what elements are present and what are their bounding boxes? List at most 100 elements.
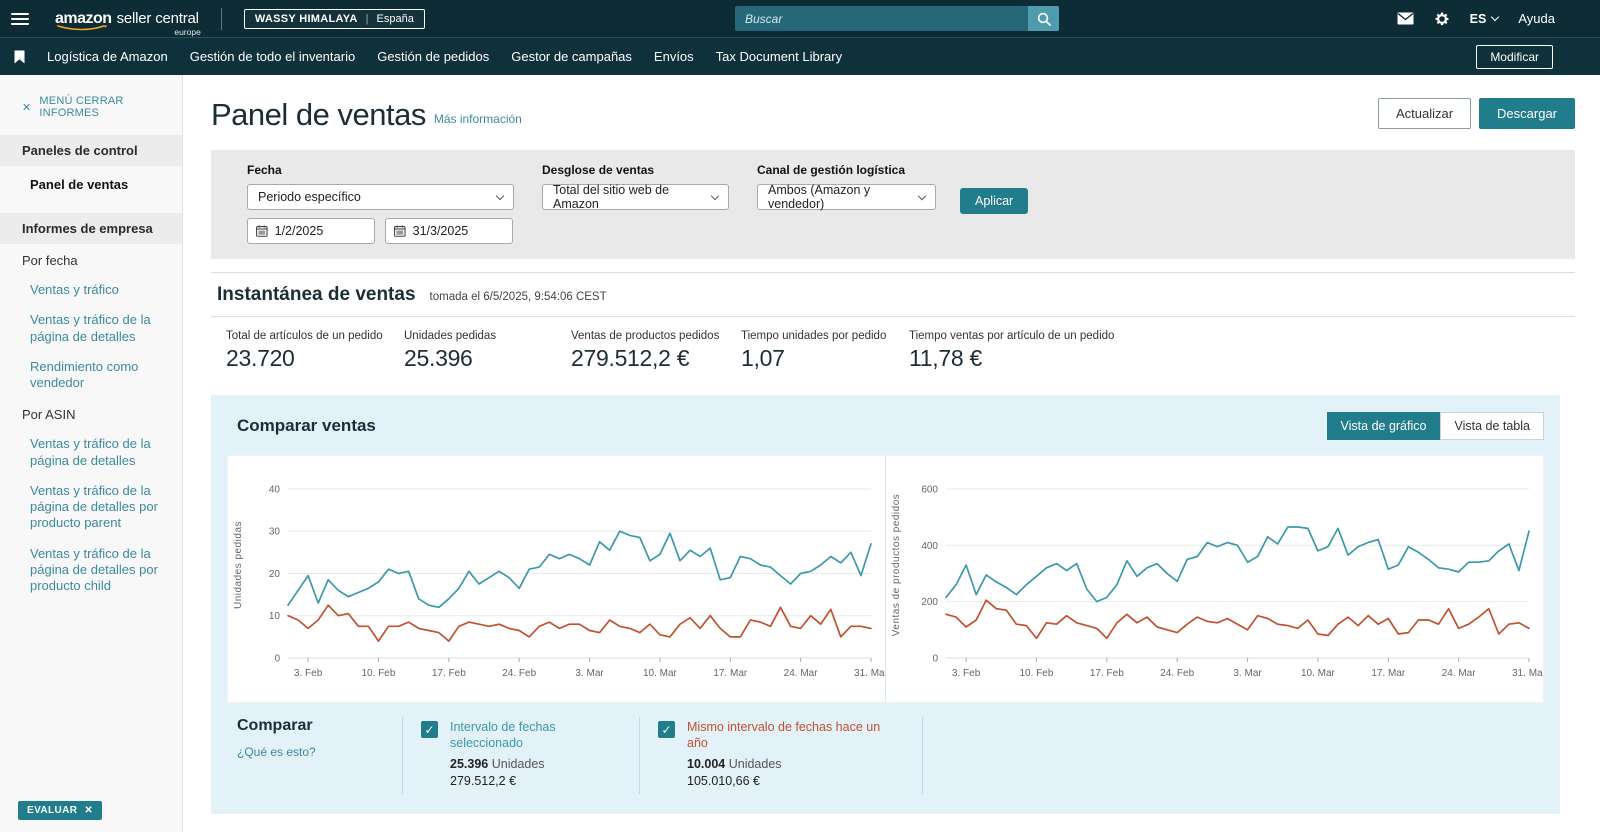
settings-button[interactable]: [1434, 11, 1450, 27]
account-divider: |: [366, 13, 369, 25]
date-from-input[interactable]: [275, 224, 366, 238]
x-tick-label: 10. Feb: [362, 668, 396, 679]
metric-value: 1,07: [741, 345, 909, 372]
bookmark-icon[interactable]: [14, 50, 25, 64]
y-tick-label: 10: [269, 611, 281, 622]
x-tick-label: 3. Feb: [294, 668, 323, 679]
sidebar-item-panel-de-ventas[interactable]: Panel de ventas: [0, 166, 182, 203]
x-tick-label: 31. Mar: [854, 668, 885, 679]
language-code: ES: [1470, 12, 1487, 26]
legend-label[interactable]: Intervalo de fechas seleccionado: [450, 719, 619, 752]
compare-sales-title: Comparar ventas: [227, 416, 376, 436]
legend-amount: 105.010,66 €: [687, 774, 902, 788]
legend-divider: [922, 717, 923, 794]
metric-value: 23.720: [226, 345, 404, 372]
sales-breakdown-select[interactable]: Total del sitio web de Amazon: [542, 184, 729, 210]
metric-label: Tiempo unidades por pedido: [741, 330, 909, 342]
envelope-icon: [1397, 12, 1414, 25]
sidebar-item-asin-producto-child[interactable]: Ventas y tráfico de la página de detalle…: [0, 539, 182, 602]
metric-label: Unidades pedidas: [404, 330, 571, 342]
header-divider: [221, 8, 222, 30]
date-range-value: Periodo específico: [258, 190, 361, 204]
x-tick-label: 10. Mar: [643, 668, 678, 679]
marketplace-name: España: [377, 13, 414, 25]
language-selector[interactable]: ES: [1470, 12, 1499, 26]
x-tick-label: 3. Feb: [952, 668, 981, 679]
evaluate-close-icon: ✕: [84, 805, 93, 816]
more-info-link[interactable]: Más información: [434, 112, 522, 126]
help-link[interactable]: Ayuda: [1518, 11, 1555, 26]
date-range-select[interactable]: Periodo específico: [247, 184, 514, 210]
y-tick-label: 400: [921, 541, 938, 552]
chevron-down-icon: [496, 191, 504, 199]
x-tick-label: 17. Feb: [1090, 668, 1124, 679]
sidebar-item-asin-producto-parent[interactable]: Ventas y tráfico de la página de detalle…: [0, 476, 182, 539]
amazon-seller-central-logo[interactable]: amazon seller central europe: [55, 10, 199, 28]
fulfillment-channel-select[interactable]: Ambos (Amazon y vendedor): [757, 184, 936, 210]
sidebar-item-ventas-trafico-detalles[interactable]: Ventas y tráfico de la página de detalle…: [0, 305, 182, 352]
tab-graph-view[interactable]: Vista de gráfico: [1327, 412, 1441, 440]
metric-value: 11,78 €: [909, 345, 1114, 372]
checkbox-prior-year[interactable]: ✓: [658, 721, 675, 738]
messages-button[interactable]: [1397, 12, 1414, 25]
legend-label[interactable]: Mismo intervalo de fechas hace un año: [687, 719, 902, 752]
account-marketplace-switcher[interactable]: WASSY HIMALAYA | España: [244, 9, 425, 29]
x-tick-label: 17. Feb: [432, 668, 466, 679]
nav-item-logistica[interactable]: Logística de Amazon: [47, 49, 168, 64]
hamburger-menu-icon[interactable]: [11, 10, 29, 28]
snapshot-timestamp: tomada el 6/5/2025, 9:54:06 CEST: [430, 291, 607, 303]
tab-table-view[interactable]: Vista de tabla: [1440, 412, 1544, 440]
what-is-this-link[interactable]: ¿Qué es esto?: [237, 745, 402, 759]
series-line: [946, 600, 1529, 638]
modify-nav-button[interactable]: Modificar: [1476, 45, 1553, 69]
breakdown-filter-label: Desglose de ventas: [542, 163, 729, 177]
nav-item-pedidos[interactable]: Gestión de pedidos: [377, 49, 489, 64]
sidebar-item-asin-detalles[interactable]: Ventas y tráfico de la página de detalle…: [0, 429, 182, 476]
y-tick-label: 20: [269, 569, 281, 580]
search-icon: [1037, 12, 1051, 26]
sidebar-item-rendimiento-vendedor[interactable]: Rendimiento como vendedor: [0, 352, 182, 399]
evaluate-badge[interactable]: EVALUAR ✕: [18, 801, 102, 820]
legend-units-value: 25.396: [450, 757, 488, 771]
close-menu-label: MENÚ CERRAR INFORMES: [39, 95, 174, 119]
refresh-button[interactable]: Actualizar: [1378, 98, 1471, 129]
amazon-smile-icon: [56, 24, 108, 32]
legend-units-value: 10.004: [687, 757, 725, 771]
nav-item-campanas[interactable]: Gestor de campañas: [511, 49, 632, 64]
top-header: amazon seller central europe WASSY HIMAL…: [0, 0, 1600, 37]
filter-bar: Fecha Periodo específico: [211, 150, 1575, 259]
nav-item-inventario[interactable]: Gestión de todo el inventario: [190, 49, 356, 64]
legend-title: Comparar: [237, 717, 402, 735]
y-axis-label: Unidades pedidas: [233, 521, 244, 609]
checkbox-selected-range[interactable]: ✓: [421, 721, 438, 738]
units-ordered-chart: 0102030403. Feb10. Feb17. Feb24. Feb3. M…: [228, 456, 885, 702]
search-input[interactable]: [735, 6, 1028, 31]
metric-total-items: Total de artículos de un pedido 23.720: [226, 330, 404, 372]
y-tick-label: 40: [269, 484, 281, 495]
search-button[interactable]: [1028, 6, 1059, 31]
chevron-down-icon: [918, 191, 926, 199]
page-title: Panel de ventas: [211, 97, 426, 133]
x-tick-label: 24. Mar: [1442, 668, 1477, 679]
series-line: [288, 531, 871, 607]
legend-item-selected-range: ✓ Intervalo de fechas seleccionado 25.39…: [402, 717, 639, 794]
sidebar-subhead-por-fecha: Por fecha: [0, 244, 182, 275]
sidebar-section-business-reports: Informes de empresa: [0, 213, 182, 244]
nav-item-envios[interactable]: Envíos: [654, 49, 694, 64]
x-tick-label: 3. Mar: [1233, 668, 1262, 679]
download-button[interactable]: Descargar: [1479, 98, 1575, 129]
sidebar-item-ventas-trafico[interactable]: Ventas y tráfico: [0, 275, 182, 305]
close-icon: ✕: [22, 101, 31, 114]
snapshot-title: Instantánea de ventas: [217, 284, 416, 306]
metric-product-sales: Ventas de productos pedidos 279.512,2 €: [571, 330, 741, 372]
x-tick-label: 10. Feb: [1020, 668, 1054, 679]
apply-button[interactable]: Aplicar: [960, 188, 1028, 214]
series-line: [288, 605, 871, 641]
date-to-input[interactable]: [413, 224, 504, 238]
metric-label: Ventas de productos pedidos: [571, 330, 741, 342]
x-tick-label: 24. Feb: [1160, 668, 1194, 679]
sidebar-subhead-por-asin: Por ASIN: [0, 398, 182, 429]
nav-item-tax-library[interactable]: Tax Document Library: [716, 49, 842, 64]
close-reports-menu[interactable]: ✕ MENÚ CERRAR INFORMES: [0, 75, 182, 125]
compare-sales-panel: Comparar ventas Vista de gráfico Vista d…: [211, 395, 1560, 814]
